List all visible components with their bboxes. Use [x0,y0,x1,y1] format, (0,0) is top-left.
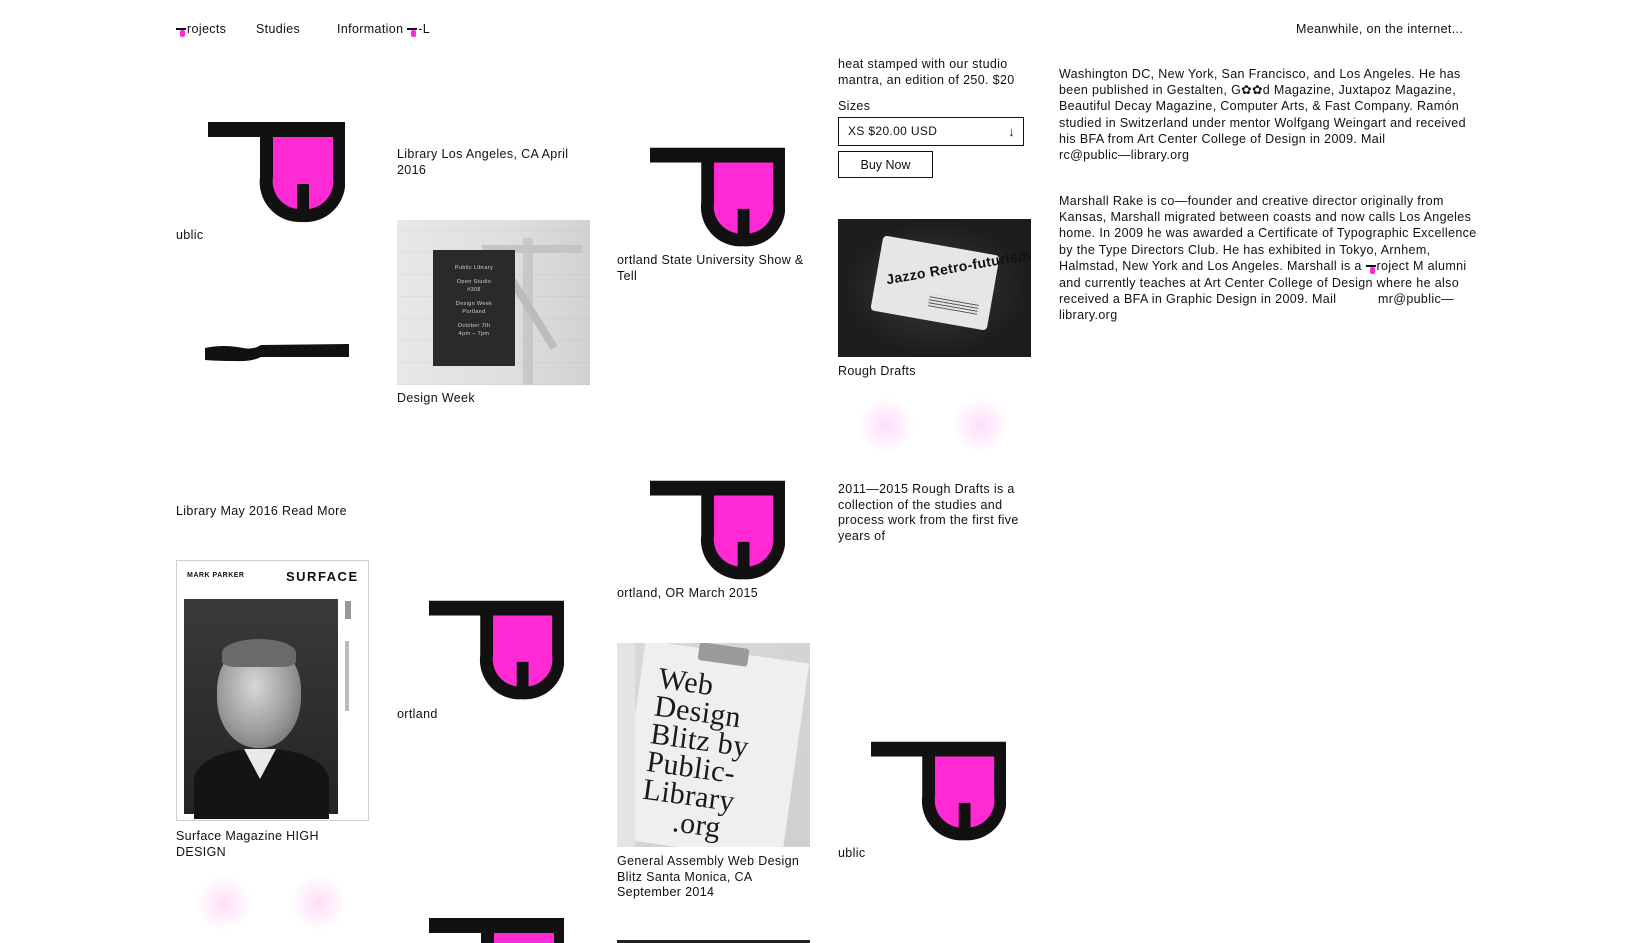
poster-line: Open Studio [456,278,492,285]
portland-or-caption[interactable]: ortland, OR March 2015 [617,586,758,602]
rough-drafts-description: 2011—2015 Rough Drafts is a collection o… [838,482,1019,543]
surface-magazine-thumbnail[interactable]: MARK PARKER SURFACE [176,560,369,821]
poster-line: October 7th [457,322,491,329]
nav-information[interactable]: Information -L [337,22,430,38]
poster-line: Portland [462,309,486,315]
loading-dot [196,875,252,931]
nav-information-label: Information [337,22,404,36]
poster-line: Public Library [454,265,494,271]
cover-name: MARK PARKER [187,572,245,579]
size-select-value: XS $20.00 USD [848,124,938,138]
public-library-p-logo[interactable] [429,918,564,943]
rough-drafts-thumbnail[interactable]: Jazzo Retro-futurism [838,219,1031,357]
loading-dot [290,875,346,931]
rough-drafts-book: Jazzo Retro-futurism [870,235,1031,331]
bio-ramon: Washington DC, New York, San Francisco, … [1059,66,1479,163]
poster-line: Design Week [455,300,493,307]
design-week-thumbnail[interactable]: Public Library Open Studio #308 Design W… [397,220,590,385]
poster-line: #308 [467,287,481,293]
nav-meanwhile-link[interactable]: Meanwhile, on the internet... [1296,22,1463,36]
web-design-blitz-thumbnail[interactable]: Web Design Blitz by Public- Library .org [617,643,810,847]
bio-marshall: Marshall Rake is co—founder and creative… [1059,193,1479,323]
loading-dot [952,397,1008,453]
cover-title: SURFACE [286,569,359,584]
book-cover-text: Jazzo Retro-futurism [884,246,1031,288]
poster-line: 4pm – 7pm [458,331,490,337]
design-week-caption[interactable]: Design Week [397,391,475,407]
nav-studies[interactable]: Studies [256,22,300,36]
public-library-p-logo[interactable] [871,741,1006,843]
public-library-p-logo[interactable] [650,147,785,249]
buy-now-button[interactable]: Buy Now [838,151,933,178]
project-caption[interactable]: ublic [838,846,865,862]
p-logo-icon [176,28,186,37]
nav-pl-suffix: -L [418,22,431,36]
public-library-p-logo[interactable] [208,122,345,224]
p-logo-icon [1365,264,1376,274]
email-link-ramon[interactable]: rc@public—library.org [1059,148,1189,162]
public-library-p-logo[interactable] [650,480,785,582]
poster-description: heat stamped with our studio mantra, an … [838,57,1015,87]
public-library-p-logo[interactable] [429,600,564,702]
surface-magazine-caption[interactable]: Surface Magazine HIGH DESIGN [176,829,346,860]
arrow-down-icon: ↓ [1008,124,1015,139]
general-assembly-caption[interactable]: General Assembly Web Design Blitz Santa … [617,854,807,901]
portland-state-caption[interactable]: ortland State University Show & Tell [617,253,807,284]
library-la-caption[interactable]: Library Los Angeles, CA April 2016 [397,147,582,178]
clipboard-sheet: Web Design Blitz by Public- Library .org [617,643,810,847]
loading-dot [858,397,914,453]
bio-ramon-text: Washington DC, New York, San Francisco, … [1059,67,1466,146]
cover-portrait [184,599,338,819]
project-caption[interactable]: ortland [397,707,438,723]
project-caption[interactable]: ublic [176,228,203,244]
design-week-poster: Public Library Open Studio #308 Design W… [433,250,515,366]
size-select[interactable]: XS $20.00 USD ↓ [838,117,1024,146]
nav-projects-label: rojects [187,22,227,36]
p-logo-icon [407,28,418,37]
library-may-read-more-link[interactable]: Library May 2016 Read More [176,504,347,520]
nav-projects[interactable]: rojects [176,22,226,38]
sizes-label: Sizes [838,99,871,113]
rough-drafts-caption[interactable]: Rough Drafts [838,364,916,380]
p-logo-squiggle-icon [205,344,349,362]
